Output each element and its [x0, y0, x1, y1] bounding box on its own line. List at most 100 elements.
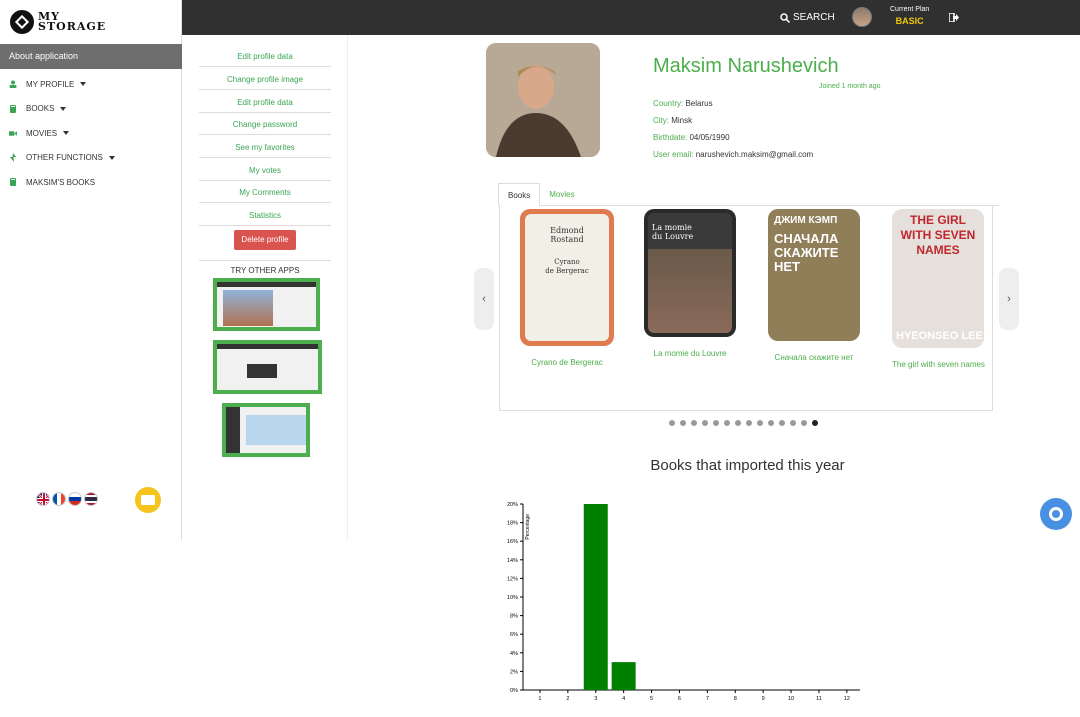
- y-tick-label: 6%: [510, 632, 518, 638]
- my-comments-link[interactable]: My Comments: [199, 183, 331, 203]
- sidebar-item-maksims-books[interactable]: MAKSIM'S BOOKS: [0, 170, 182, 195]
- country-row: Country: Belarus: [653, 99, 713, 108]
- sidebar-item-other-functions[interactable]: OTHER FUNCTIONS: [0, 146, 182, 171]
- sidebar-item-label: OTHER FUNCTIONS: [26, 153, 103, 163]
- sidebar-item-label: MOVIES: [26, 128, 58, 138]
- carousel-dot[interactable]: [713, 420, 719, 426]
- bolt-icon: [9, 153, 17, 163]
- user-icon: [9, 80, 17, 89]
- sidebar-item-my-profile[interactable]: MY PROFILE: [0, 72, 182, 97]
- flag-th-icon[interactable]: [84, 492, 98, 506]
- book-icon: [9, 104, 17, 113]
- chart-bar: [583, 504, 608, 690]
- carousel-dot[interactable]: [768, 420, 774, 426]
- y-tick-label: 10%: [507, 595, 518, 601]
- x-tick-label: 4: [622, 696, 625, 702]
- carousel-dot[interactable]: [680, 420, 686, 426]
- y-axis-label: Percentage: [525, 514, 531, 540]
- language-switcher: [36, 492, 98, 506]
- tab-movies[interactable]: Movies: [540, 183, 583, 206]
- x-tick-label: 11: [816, 696, 822, 702]
- search-icon: [780, 12, 790, 23]
- carousel-next-button[interactable]: ›: [999, 268, 1019, 330]
- book-cover: ДЖИМ КЭМП СНАЧАЛА СКАЖИТЕ НЕТ: [768, 209, 860, 341]
- edit-profile-data-link[interactable]: Edit profile data: [199, 93, 331, 113]
- caret-down-icon: [60, 106, 67, 111]
- carousel-dot[interactable]: [735, 420, 741, 426]
- carousel-dot[interactable]: [691, 420, 697, 426]
- carousel-dot[interactable]: [812, 420, 818, 426]
- y-tick-label: 18%: [507, 521, 518, 527]
- carousel-dot[interactable]: [790, 420, 796, 426]
- city-value: Minsk: [671, 116, 693, 125]
- book-card[interactable]: La momie du Louvre La momie du Louvre: [644, 209, 736, 358]
- carousel-dots: [669, 420, 818, 426]
- city-row: City: Minsk: [653, 116, 692, 125]
- tab-books[interactable]: Books: [498, 183, 541, 206]
- carousel-dot[interactable]: [669, 420, 675, 426]
- carousel-prev-button[interactable]: ‹: [474, 268, 494, 330]
- avatar[interactable]: [852, 7, 872, 27]
- country-value: Belarus: [685, 99, 713, 108]
- book-title[interactable]: Сначала скажите нет: [768, 353, 860, 362]
- current-plan[interactable]: Current Plan BASIC: [890, 6, 929, 26]
- sidebar-item-movies[interactable]: MOVIES: [0, 121, 182, 146]
- birthdate-value: 04/05/1990: [689, 133, 730, 142]
- top-navbar: SEARCH Current Plan BASIC: [182, 0, 1080, 35]
- book-title[interactable]: La momie du Louvre: [644, 349, 736, 358]
- caret-down-icon: [108, 155, 115, 160]
- video-camera-icon: [9, 129, 17, 137]
- cover-author: ДЖИМ КЭМП: [774, 215, 838, 226]
- book-card[interactable]: ДЖИМ КЭМП СНАЧАЛА СКАЖИТЕ НЕТ Сначала ск…: [768, 209, 860, 362]
- caret-down-icon: [80, 82, 87, 87]
- flag-fr-icon[interactable]: [52, 492, 66, 506]
- caret-down-icon: [63, 131, 70, 136]
- carousel-dot[interactable]: [702, 420, 708, 426]
- cover-author: HYEONSEO LEE: [896, 330, 983, 342]
- carousel-dot[interactable]: [779, 420, 785, 426]
- app-logo[interactable]: MY STORAGE: [10, 10, 106, 34]
- search-label: SEARCH: [793, 12, 835, 23]
- profile-menu: Edit profile data Change profile image E…: [182, 35, 348, 540]
- x-tick-label: 1: [538, 696, 541, 702]
- search-button[interactable]: SEARCH: [780, 12, 835, 23]
- sidebar-nav: MY PROFILE BOOKS MOVIES OTHER FUNCTIONS: [0, 72, 182, 195]
- mail-icon[interactable]: [135, 487, 161, 513]
- help-icon[interactable]: [1040, 498, 1072, 530]
- book-icon: [9, 178, 17, 187]
- cover-title: THE GIRL WITH SEVEN NAMES: [900, 213, 976, 257]
- x-tick-label: 10: [788, 696, 794, 702]
- flag-en-icon[interactable]: [36, 492, 50, 506]
- change-password-link[interactable]: Change password: [199, 115, 331, 135]
- profile-photo: [486, 43, 600, 157]
- cover-title: СНАЧАЛА СКАЖИТЕ НЕТ: [774, 231, 839, 274]
- book-title[interactable]: Cyrano de Bergerac: [520, 358, 614, 367]
- book-title[interactable]: The girl with seven names: [892, 360, 985, 369]
- app-thumbnail[interactable]: [213, 340, 322, 394]
- carousel-dot[interactable]: [724, 420, 730, 426]
- statistics-link[interactable]: Statistics: [199, 206, 331, 226]
- book-card[interactable]: Edmond Rostand Cyrano de Bergerac Cyrano…: [520, 209, 614, 367]
- sidebar: MY STORAGE About application MY PROFILE B…: [0, 0, 182, 540]
- change-profile-image-link[interactable]: Change profile image: [199, 70, 331, 90]
- app-thumbnail[interactable]: [213, 278, 320, 331]
- my-votes-link[interactable]: My votes: [199, 161, 331, 181]
- x-tick-label: 9: [762, 696, 765, 702]
- sidebar-item-books[interactable]: BOOKS: [0, 97, 182, 122]
- y-tick-label: 12%: [507, 576, 518, 582]
- logout-icon[interactable]: [948, 12, 959, 24]
- about-application-link[interactable]: About application: [0, 44, 182, 69]
- carousel-dot[interactable]: [757, 420, 763, 426]
- favorites-link[interactable]: See my favorites: [199, 138, 331, 158]
- app-root: MY STORAGE About application MY PROFILE B…: [0, 0, 1080, 717]
- app-thumbnail[interactable]: [222, 403, 310, 457]
- carousel-dot[interactable]: [801, 420, 807, 426]
- book-cover: Edmond Rostand Cyrano de Bergerac: [520, 209, 614, 346]
- chart-title: Books that imported this year: [650, 457, 845, 474]
- delete-profile-button[interactable]: Delete profile: [234, 230, 296, 250]
- media-tabs: Books Movies: [498, 183, 584, 206]
- carousel-dot[interactable]: [746, 420, 752, 426]
- flag-ru-icon[interactable]: [68, 492, 82, 506]
- book-card[interactable]: THE GIRL WITH SEVEN NAMES HYEONSEO LEE T…: [892, 209, 985, 369]
- edit-profile-data-link[interactable]: Edit profile data: [199, 47, 331, 67]
